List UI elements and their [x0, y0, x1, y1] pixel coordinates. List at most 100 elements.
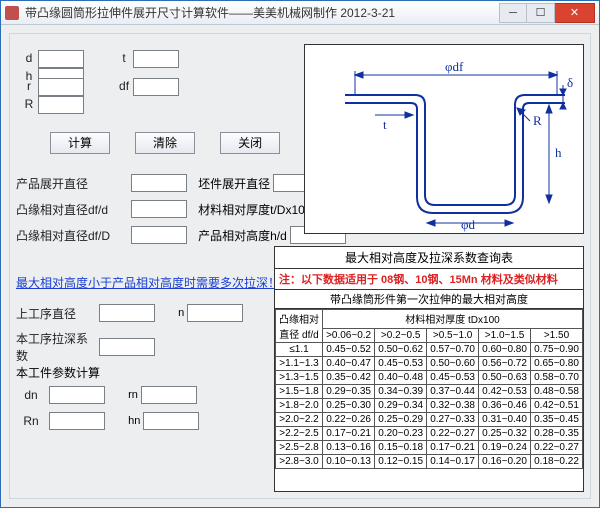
- input-n[interactable]: [187, 304, 243, 322]
- cell: 0.50~0.63: [479, 371, 531, 385]
- cell: 0.34~0.39: [375, 385, 427, 399]
- cell: 0.40~0.48: [375, 371, 427, 385]
- cell: 0.35~0.45: [531, 413, 583, 427]
- minimize-button[interactable]: ─: [499, 3, 527, 23]
- cell: 0.29~0.34: [375, 399, 427, 413]
- cell: 0.75~0.90: [531, 343, 583, 357]
- cell: 0.27~0.33: [427, 413, 479, 427]
- label-blank-dia: 坯件展开直径: [198, 177, 270, 191]
- cell: 0.65~0.80: [531, 357, 583, 371]
- label-r: r: [20, 79, 38, 93]
- maximize-button[interactable]: ☐: [527, 3, 555, 23]
- label-t: t: [115, 51, 133, 65]
- input-prev-dia[interactable]: [99, 304, 155, 322]
- label-flange-dfD: 凸缘相对直径df/D: [16, 227, 128, 244]
- window-controls: ─ ☐ ✕: [499, 3, 595, 23]
- cell: 0.57~0.70: [427, 343, 479, 357]
- cell: 0.25~0.30: [322, 399, 374, 413]
- input-dn[interactable]: [49, 386, 105, 404]
- colhdr: 材料相对厚度 tDx100: [322, 310, 582, 329]
- input-coef[interactable]: [99, 338, 155, 356]
- cell: 0.17~0.21: [427, 441, 479, 455]
- input-df[interactable]: [133, 78, 179, 96]
- input-hn[interactable]: [143, 412, 199, 430]
- cell: 0.45~0.52: [322, 343, 374, 357]
- cell: 0.28~0.35: [531, 427, 583, 441]
- cell: 0.37~0.44: [427, 385, 479, 399]
- button-row: 计算 清除 关闭: [50, 132, 302, 154]
- data-table: 凸缘相对直径 df/d 材料相对厚度 tDx100 >0.06~0.2>0.2~…: [275, 309, 583, 469]
- diag-label-df: φdf: [445, 59, 464, 74]
- label-dn: dn: [16, 388, 46, 402]
- diag-label-delta: δ: [567, 75, 573, 90]
- input-r[interactable]: [38, 78, 84, 96]
- label-prev-dia: 上工序直径: [16, 305, 96, 322]
- sub-section-1: 上工序直径 n 本工序拉深系数: [16, 304, 243, 372]
- table-row: >1.8~2.00.25~0.300.29~0.340.32~0.380.36~…: [276, 399, 583, 413]
- input-row-2: r df R: [20, 78, 290, 114]
- table-row: ≤1.10.45~0.520.50~0.620.57~0.700.60~0.80…: [276, 343, 583, 357]
- row-key: >2.2~2.5: [276, 427, 323, 441]
- label-Rn: Rn: [16, 414, 46, 428]
- cell: 0.25~0.32: [479, 427, 531, 441]
- table-row: >2.2~2.50.17~0.210.20~0.230.22~0.270.25~…: [276, 427, 583, 441]
- diag-label-d: φd: [461, 217, 476, 232]
- row-key: >2.8~3.0: [276, 455, 323, 469]
- label-d: d: [20, 51, 38, 65]
- table-row: >1.3~1.50.35~0.420.40~0.480.45~0.530.50~…: [276, 371, 583, 385]
- note-mats: 08钢、10钢、15Mn 材料及类似材料: [378, 274, 558, 286]
- row-key: >1.5~1.8: [276, 385, 323, 399]
- col-header: >0.2~0.5: [375, 328, 427, 342]
- cell: 0.13~0.16: [322, 441, 374, 455]
- output-flange-dfD[interactable]: [131, 226, 187, 244]
- sub-section-2: dn rn Rn hn: [16, 386, 199, 438]
- cell: 0.45~0.53: [375, 357, 427, 371]
- cell: 0.29~0.35: [322, 385, 374, 399]
- row-key: >1.3~1.5: [276, 371, 323, 385]
- cell: 0.31~0.40: [479, 413, 531, 427]
- close-window-button[interactable]: ✕: [555, 3, 595, 23]
- app-icon: [5, 6, 19, 20]
- label-coef: 本工序拉深系数: [16, 330, 96, 364]
- cell: 0.42~0.51: [531, 399, 583, 413]
- cell: 0.58~0.70: [531, 371, 583, 385]
- input-Rn[interactable]: [49, 412, 105, 430]
- row-key: ≤1.1: [276, 343, 323, 357]
- cell: 0.18~0.22: [531, 455, 583, 469]
- clear-button[interactable]: 清除: [135, 132, 195, 154]
- cell: 0.36~0.46: [479, 399, 531, 413]
- lookup-table: 最大相对高度及拉深系数查询表 注：以下数据适用于 08钢、10钢、15Mn 材料…: [274, 246, 584, 492]
- input-R-upper[interactable]: [38, 96, 84, 114]
- label-rn: rn: [128, 389, 138, 401]
- part-diagram: φdf δ t R h φd: [304, 44, 584, 234]
- input-d[interactable]: [38, 50, 84, 68]
- row-key: >2.5~2.8: [276, 441, 323, 455]
- diag-label-h: h: [555, 145, 562, 160]
- close-button[interactable]: 关闭: [220, 132, 280, 154]
- table-row: >2.8~3.00.10~0.130.12~0.150.14~0.170.16~…: [276, 455, 583, 469]
- rowhdr: 凸缘相对直径 df/d: [276, 310, 323, 343]
- cell: 0.10~0.13: [322, 455, 374, 469]
- cell: 0.16~0.20: [479, 455, 531, 469]
- row-key: >2.0~2.2: [276, 413, 323, 427]
- col-header: >0.5~1.0: [427, 328, 479, 342]
- label-prod-hd: 产品相对高度h/d: [198, 229, 287, 243]
- cell: 0.12~0.15: [375, 455, 427, 469]
- label-mat-tdx100: 材料相对厚度t/Dx100: [198, 203, 311, 217]
- input-t[interactable]: [133, 50, 179, 68]
- output-prod-dia[interactable]: [131, 174, 187, 192]
- warning-text: 最大相对高度小于产品相对高度时需要多次拉深！: [16, 274, 280, 291]
- cell: 0.35~0.42: [322, 371, 374, 385]
- cell: 0.45~0.53: [427, 371, 479, 385]
- cell: 0.22~0.26: [322, 413, 374, 427]
- output-flange-dfd[interactable]: [131, 200, 187, 218]
- row-key: >1.1~1.3: [276, 357, 323, 371]
- table-subtitle: 带凸缘筒形件第一次拉伸的最大相对高度: [275, 290, 583, 309]
- window-title: 带凸缘圆筒形拉伸件展开尺寸计算软件——美美机械网制作 2012-3-21: [25, 4, 499, 21]
- sub-header: 本工件参数计算: [16, 364, 100, 381]
- calc-button[interactable]: 计算: [50, 132, 110, 154]
- titlebar: 带凸缘圆筒形拉伸件展开尺寸计算软件——美美机械网制作 2012-3-21 ─ ☐…: [1, 1, 599, 25]
- table-note: 注：以下数据适用于 08钢、10钢、15Mn 材料及类似材料: [275, 269, 583, 290]
- label-prod-dia: 产品展开直径: [16, 175, 128, 192]
- input-rn[interactable]: [141, 386, 197, 404]
